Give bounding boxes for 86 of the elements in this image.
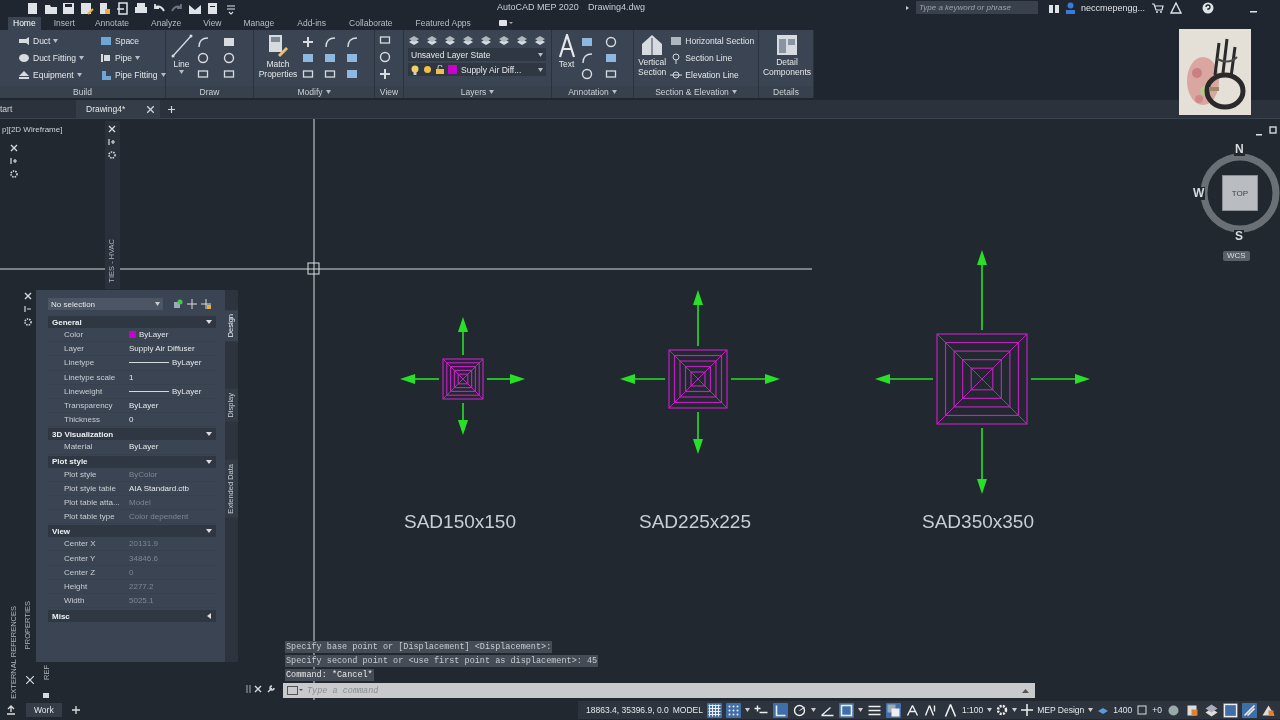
ribbon-tab[interactable]: Annotate xyxy=(89,17,134,30)
property-value[interactable]: ByLayer xyxy=(172,358,202,368)
ribbon-tab[interactable]: Analyze xyxy=(146,17,187,30)
file-tab[interactable]: Drawing4* xyxy=(76,100,161,118)
tool-button[interactable]: Vertical Section xyxy=(638,34,667,77)
ribbon-tab[interactable]: Add-ins xyxy=(292,17,332,30)
ribbon-tab[interactable]: Featured Apps xyxy=(410,17,476,30)
property-label: Thickness xyxy=(63,415,101,425)
property-value[interactable]: ByLayer xyxy=(139,330,169,340)
viewport-label[interactable]: p][2D Wireframe] xyxy=(2,125,63,134)
app-title: AutoCAD MEP 2020 xyxy=(497,2,579,12)
compass-south[interactable]: S xyxy=(1234,230,1244,243)
section-header[interactable]: Misc xyxy=(48,610,216,623)
tool-button[interactable]: Elevation Line xyxy=(670,68,757,82)
elevation-value[interactable]: 1400 xyxy=(1113,705,1133,715)
coordinates-readout: 18863.4, 35396.9, 0.0 xyxy=(586,705,669,715)
tool-button[interactable]: Line xyxy=(170,34,193,74)
property-label: Transparency xyxy=(63,401,114,411)
diffuser-label: SAD150x150 xyxy=(404,511,516,533)
offset-value[interactable]: +0 xyxy=(1152,705,1162,715)
ribbon-tab[interactable]: Home xyxy=(8,17,41,30)
panel-title: Annotation xyxy=(568,87,609,97)
diffuser-label: SAD350x350 xyxy=(922,511,1034,533)
viewcube-face[interactable]: TOP xyxy=(1222,175,1258,211)
search-field[interactable]: Type a keyword or phrase xyxy=(916,1,1038,14)
panel-title: Build xyxy=(73,87,92,97)
section-header[interactable]: View xyxy=(48,525,216,538)
property-label: Height xyxy=(63,581,89,591)
property-label: Material xyxy=(63,442,94,452)
property-label: Width xyxy=(63,596,86,606)
property-label: Plot table atta... xyxy=(63,497,121,507)
property-value[interactable]: ByLayer xyxy=(129,442,159,452)
user-name[interactable]: neccmepengg... xyxy=(1081,2,1146,13)
property-label: Color xyxy=(63,330,85,340)
ribbon-tab[interactable]: Collaborate xyxy=(344,17,398,30)
tool-button[interactable]: Match Properties xyxy=(258,34,298,79)
compass-north[interactable]: N xyxy=(1234,143,1245,156)
tool-button[interactable]: Text xyxy=(556,34,577,69)
panel-title: Details xyxy=(773,87,799,97)
tool-button[interactable]: Horizontal Section xyxy=(670,34,757,48)
section-header[interactable]: General xyxy=(48,316,216,328)
tool-button[interactable]: Duct xyxy=(18,34,86,48)
property-label: Layer xyxy=(63,344,85,354)
property-label: Plot table type xyxy=(63,512,116,522)
property-label: Center Y xyxy=(63,553,97,563)
section-header[interactable]: 3D Visualization xyxy=(48,428,216,441)
tool-button[interactable]: Pipe xyxy=(100,51,168,65)
compass-west[interactable]: W xyxy=(1192,187,1206,200)
panel-title: Layers xyxy=(460,87,487,97)
panel-title: View xyxy=(379,87,399,97)
property-label: Lineweight xyxy=(63,386,104,396)
ucs-menu[interactable]: WCS xyxy=(1223,251,1250,261)
tool-button[interactable]: Detail Components xyxy=(763,34,811,77)
workspace-menu[interactable]: MEP Design xyxy=(1037,705,1085,715)
property-value[interactable]: 1 xyxy=(129,372,134,382)
tool-button[interactable]: Equipment xyxy=(18,68,86,82)
property-value[interactable]: ByLayer xyxy=(129,401,159,411)
property-value[interactable]: ByLayer xyxy=(172,386,202,396)
annotation-scale[interactable]: 1:100 xyxy=(961,705,984,715)
tool-button[interactable]: Pipe Fitting xyxy=(100,68,168,82)
ribbon-tab[interactable]: Insert xyxy=(48,17,80,30)
panel-title: Section & Elevation xyxy=(655,87,729,97)
selection-dropdown[interactable]: No selection xyxy=(48,298,163,310)
property-value[interactable]: 0 xyxy=(129,415,134,425)
layer-dropdown[interactable]: Supply Air Diff... xyxy=(408,63,546,76)
panel-title: Draw xyxy=(199,87,220,97)
property-value[interactable]: AIA Standard.ctb xyxy=(129,483,190,493)
diffuser-label: SAD225x225 xyxy=(639,511,751,533)
file-title: Drawing4.dwg xyxy=(587,2,645,12)
property-label: Plot style xyxy=(63,469,98,479)
model-space-button[interactable]: MODEL xyxy=(672,705,703,715)
tool-button[interactable]: Duct Fitting xyxy=(18,51,86,65)
ribbon-tab[interactable]: Manage xyxy=(238,17,280,30)
property-label: Center X xyxy=(63,539,97,549)
panel-title: Modify xyxy=(297,87,323,97)
property-label: Center Z xyxy=(63,567,97,577)
property-label: Linetype xyxy=(63,358,96,368)
property-value[interactable]: Supply Air Diffuser xyxy=(129,344,195,354)
property-label: Plot style table xyxy=(63,483,118,493)
tool-button[interactable]: Section Line xyxy=(670,51,757,65)
tool-button[interactable]: Space xyxy=(100,34,168,48)
section-header[interactable]: Plot style xyxy=(48,455,216,468)
property-label: Linetype scale xyxy=(63,372,117,382)
layer-state-dropdown[interactable]: Unsaved Layer State xyxy=(408,48,546,61)
layout-tab[interactable]: Work xyxy=(26,703,62,717)
ribbon-tab[interactable]: View xyxy=(198,17,227,30)
